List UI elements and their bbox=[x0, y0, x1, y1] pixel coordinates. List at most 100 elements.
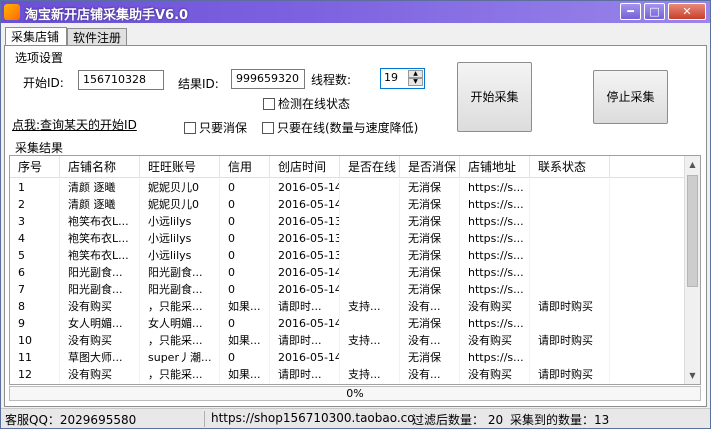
table-cell bbox=[340, 247, 400, 264]
table-cell: 女人明媚... bbox=[60, 315, 140, 332]
app-icon bbox=[4, 4, 20, 20]
column-header[interactable]: 店铺地址 bbox=[460, 156, 530, 178]
table-cell: 无消保 bbox=[400, 213, 460, 230]
column-header[interactable]: 序号 bbox=[10, 156, 60, 178]
table-cell: 2016-05-13 bbox=[270, 230, 340, 247]
table-cell: 袍笑布衣L... bbox=[60, 230, 140, 247]
table-cell: 小远lilys bbox=[140, 247, 220, 264]
table-row[interactable]: 3 袍笑布衣L... 小远lilys 0 2016-05-13 无消保 https://s.… bbox=[10, 213, 686, 230]
table-cell: 无消保 bbox=[400, 247, 460, 264]
table-cell: 没有购买 bbox=[60, 298, 140, 315]
only-online-label: 只要在线(数量与速度降低) bbox=[277, 121, 419, 135]
table-row[interactable]: 12 没有购买 ，只能采... 如果... 请即时... 支持... 没有... 没有购买 请即… bbox=[10, 366, 686, 383]
table-cell: 1 bbox=[10, 179, 60, 196]
table-cell: 11 bbox=[10, 349, 60, 366]
table-cell: 2016-05-14 bbox=[270, 196, 340, 213]
table-cell: 清颜 逐曦 bbox=[60, 179, 140, 196]
minimize-button[interactable]: ━ bbox=[620, 3, 641, 20]
results-group-label: 采集结果 bbox=[15, 141, 64, 155]
spin-down-icon[interactable]: ▼ bbox=[408, 78, 423, 86]
table-cell bbox=[340, 281, 400, 298]
column-header[interactable]: 信用 bbox=[220, 156, 270, 178]
checkbox-box[interactable] bbox=[262, 122, 274, 134]
table-cell: 妮妮贝儿0 bbox=[140, 196, 220, 213]
close-button[interactable]: ✕ bbox=[668, 3, 706, 20]
table-cell: 妮妮贝儿0 bbox=[140, 179, 220, 196]
column-header[interactable]: 店铺名称 bbox=[60, 156, 140, 178]
column-header[interactable]: 创店时间 bbox=[270, 156, 340, 178]
table-cell: 没有... bbox=[400, 366, 460, 383]
table-row[interactable]: 11 草图大师... super丿潮... 0 2016-05-14 无消保 https:/… bbox=[10, 349, 686, 366]
table-cell: 3 bbox=[10, 213, 60, 230]
vertical-scrollbar[interactable]: ▲ ▼ bbox=[684, 156, 700, 384]
hint-link-text[interactable]: 查询某天的开始ID bbox=[40, 118, 137, 132]
table-cell bbox=[340, 196, 400, 213]
table-cell bbox=[340, 349, 400, 366]
table-row[interactable]: 2 清颜 逐曦 妮妮贝儿0 0 2016-05-14 无消保 https://s... bbox=[10, 196, 686, 213]
table-row[interactable]: 4 袍笑布衣L... 小远lilys 0 2016-05-13 无消保 https://s.… bbox=[10, 230, 686, 247]
table-cell: 如果... bbox=[220, 332, 270, 349]
table-cell: 袍笑布衣L... bbox=[60, 213, 140, 230]
result-id-input[interactable]: 999659320 bbox=[231, 69, 305, 89]
spin-up-icon[interactable]: ▲ bbox=[408, 70, 423, 78]
table-row[interactable]: 6 阳光副食... 阳光副食... 0 2016-05-14 无消保 https://s..… bbox=[10, 264, 686, 281]
table-cell: 2016-05-14 bbox=[270, 264, 340, 281]
scroll-thumb[interactable] bbox=[687, 175, 698, 287]
start-collect-button[interactable]: 开始采集 bbox=[457, 62, 532, 132]
table-row[interactable]: 7 阳光副食... 阳光副食... 0 2016-05-14 无消保 https://s..… bbox=[10, 281, 686, 298]
table-cell: 草图大师... bbox=[60, 349, 140, 366]
table-cell: 无消保 bbox=[400, 230, 460, 247]
table-cell bbox=[530, 230, 610, 247]
table-cell: 0 bbox=[220, 196, 270, 213]
threads-spinner[interactable]: 19 ▲ ▼ bbox=[380, 68, 425, 89]
hint-link[interactable]: 点我:查询某天的开始ID bbox=[12, 116, 137, 133]
table-cell: 请即时... bbox=[270, 298, 340, 315]
check-online-checkbox[interactable]: 检测在线状态 bbox=[263, 95, 350, 112]
only-online-checkbox[interactable]: 只要在线(数量与速度降低) bbox=[262, 119, 418, 136]
status-qq: 客服QQ：2029695580 bbox=[5, 413, 137, 427]
table-cell: 2016-05-14 bbox=[270, 179, 340, 196]
table-row[interactable]: 1 清颜 逐曦 妮妮贝儿0 0 2016-05-14 无消保 https://s... bbox=[10, 179, 686, 196]
table-cell: https://s... bbox=[460, 247, 530, 264]
table-cell: ，只能采... bbox=[140, 332, 220, 349]
table-cell bbox=[530, 213, 610, 230]
checkbox-box[interactable] bbox=[263, 98, 275, 110]
stop-collect-button[interactable]: 停止采集 bbox=[593, 70, 668, 124]
table-row[interactable]: 10 没有购买 ，只能采... 如果... 请即时... 支持... 没有... 没有购买 请即… bbox=[10, 332, 686, 349]
title-bar[interactable]: 淘宝新开店铺采集助手V6.0 ━ □ ✕ bbox=[1, 1, 710, 23]
progress-bar: 0% bbox=[9, 386, 701, 401]
table-cell bbox=[340, 230, 400, 247]
column-header[interactable]: 是否消保 bbox=[400, 156, 460, 178]
table-cell: https://s... bbox=[460, 281, 530, 298]
table-cell bbox=[530, 264, 610, 281]
column-header[interactable]: 是否在线 bbox=[340, 156, 400, 178]
maximize-button[interactable]: □ bbox=[644, 3, 665, 20]
table-row[interactable]: 8 没有购买 ，只能采... 如果... 请即时... 支持... 没有... 没有购买 请即时… bbox=[10, 298, 686, 315]
table-cell: 0 bbox=[220, 264, 270, 281]
table-cell: 10 bbox=[10, 332, 60, 349]
checkbox-box[interactable] bbox=[184, 122, 196, 134]
table-cell: 12 bbox=[10, 366, 60, 383]
scroll-down-icon[interactable]: ▼ bbox=[685, 367, 700, 384]
table-cell: 9 bbox=[10, 315, 60, 332]
table-cell: 小远lilys bbox=[140, 213, 220, 230]
table-cell: 没有... bbox=[400, 332, 460, 349]
spinner-buttons[interactable]: ▲ ▼ bbox=[408, 70, 423, 87]
scroll-up-icon[interactable]: ▲ bbox=[685, 156, 700, 173]
results-table[interactable]: 序号 店铺名称 旺旺账号 信用 创店时间 是否在线 是否消保 店铺地址 联系状态… bbox=[9, 155, 701, 385]
table-row[interactable]: 9 女人明媚... 女人明媚... 0 2016-05-14 无消保 https://s..… bbox=[10, 315, 686, 332]
table-cell: https://s... bbox=[460, 315, 530, 332]
table-cell: https://s... bbox=[460, 264, 530, 281]
table-cell: 2 bbox=[10, 196, 60, 213]
table-row[interactable]: 5 袍笑布衣L... 小远lilys 0 2016-05-13 无消保 https://s.… bbox=[10, 247, 686, 264]
table-cell: 2016-05-14 bbox=[270, 281, 340, 298]
column-header[interactable]: 联系状态 bbox=[530, 156, 610, 178]
column-header[interactable]: 旺旺账号 bbox=[140, 156, 220, 178]
tab-collect-shops[interactable]: 采集店铺 bbox=[5, 27, 67, 47]
table-cell: 2016-05-13 bbox=[270, 213, 340, 230]
table-cell: https://s... bbox=[460, 349, 530, 366]
start-id-input[interactable]: 156710328 bbox=[78, 70, 164, 90]
only-noconsume-checkbox[interactable]: 只要消保 bbox=[184, 119, 247, 136]
table-cell: 0 bbox=[220, 315, 270, 332]
table-cell bbox=[340, 264, 400, 281]
